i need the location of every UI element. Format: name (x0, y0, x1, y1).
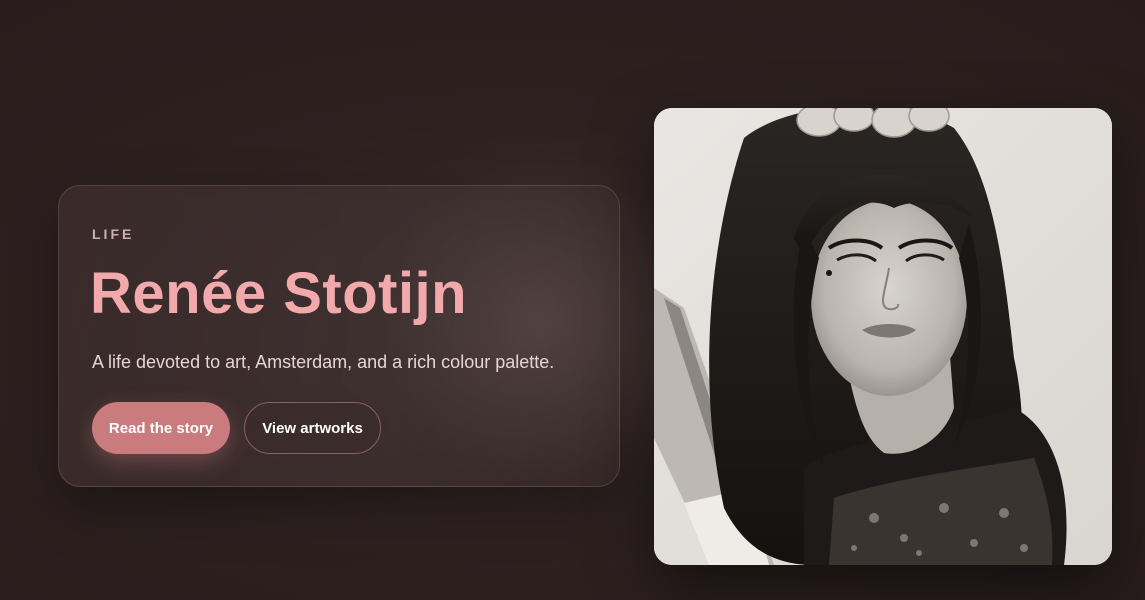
read-the-story-button[interactable]: Read the story (92, 402, 230, 454)
page-title: Renée Stotijn (90, 261, 468, 326)
hero-card: LIFE Renée Stotijn A life devoted to art… (58, 185, 620, 487)
section-eyebrow: LIFE (92, 226, 135, 242)
hero-subtitle: A life devoted to art, Amsterdam, and a … (92, 352, 555, 372)
view-artworks-button[interactable]: View artworks (244, 402, 381, 454)
portrait-photo (654, 108, 1112, 565)
